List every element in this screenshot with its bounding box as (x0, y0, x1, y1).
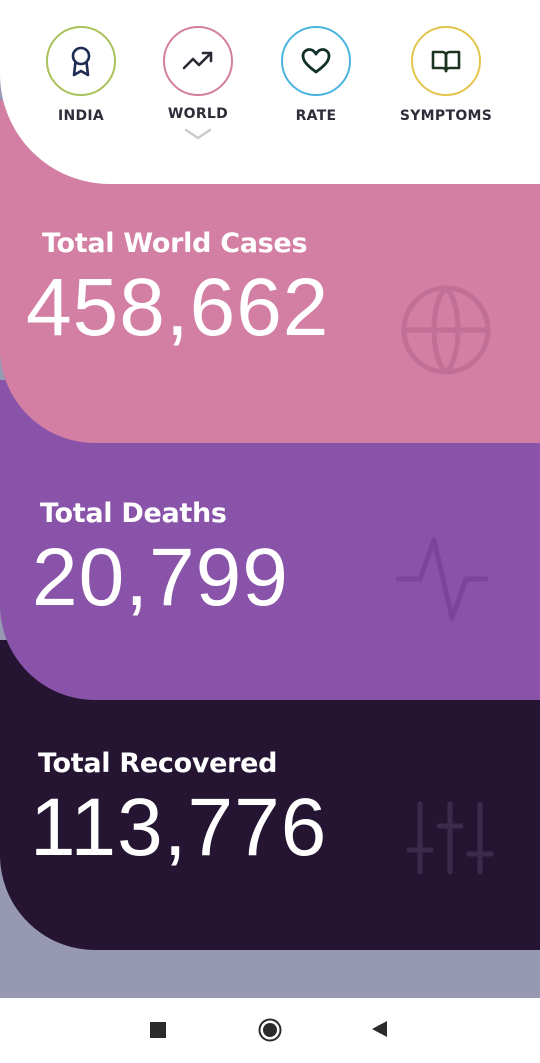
nav-label-world: WORLD (167, 106, 229, 122)
back-triangle-icon[interactable] (370, 1020, 388, 1038)
nav-item-india[interactable]: INDIA (31, 26, 131, 124)
award-icon (71, 46, 91, 77)
system-navigation-bar (0, 998, 540, 1063)
nav-item-rate[interactable]: RATE (266, 26, 366, 124)
nav-item-symptoms[interactable]: SYMPTOMS (396, 26, 496, 124)
globe-icon (401, 284, 491, 376)
world-cases-title: Total World Cases (42, 228, 308, 259)
recents-square-icon[interactable] (150, 1022, 166, 1038)
recovered-title: Total Recovered (38, 748, 278, 779)
nav-circle-india (46, 26, 116, 96)
chevron-down-icon (184, 128, 212, 140)
book-icon (431, 50, 461, 73)
nav-label-india: INDIA (57, 108, 105, 124)
nav-item-world[interactable]: WORLD (148, 26, 248, 140)
heart-icon (301, 48, 331, 74)
activity-icon (395, 537, 489, 621)
sliders-icon (406, 801, 494, 875)
nav-circle-symptoms (411, 26, 481, 96)
trending-up-icon (182, 51, 213, 70)
nav-label-symptoms: SYMPTOMS (399, 108, 493, 124)
nav-label-rate: RATE (295, 108, 337, 124)
deaths-title: Total Deaths (40, 498, 227, 529)
top-navigation: INDIA WORLD RATE SYMPTOMS (0, 0, 540, 184)
nav-circle-rate (281, 26, 351, 96)
home-circle-icon[interactable] (258, 1018, 282, 1042)
nav-circle-world (163, 26, 233, 96)
